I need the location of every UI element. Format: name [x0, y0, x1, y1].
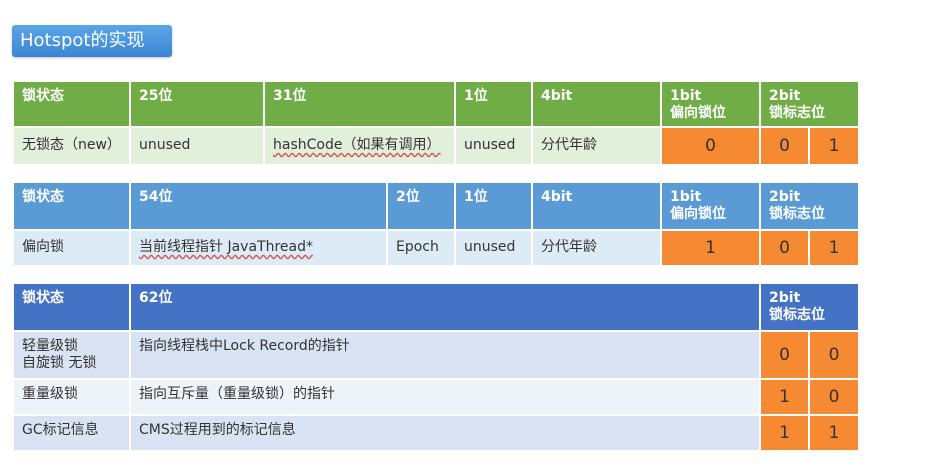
row-gc-flag-2: 1 — [810, 416, 858, 450]
row-unused-25: unused — [131, 128, 263, 164]
row-flag-bit-2: 1 — [810, 231, 858, 265]
row-flag-bit-2: 1 — [810, 128, 858, 164]
row-light-lock-state: 轻量级锁 自旋锁 无锁 — [14, 332, 129, 378]
row-gc-state: GC标记信息 — [14, 416, 129, 450]
row-lock-state: 无锁态（new） — [14, 128, 129, 164]
row-gc-flag-1: 1 — [761, 416, 808, 450]
row-heavy-flag-1: 1 — [761, 380, 808, 414]
row-unused-1: unused — [456, 231, 531, 265]
header-2bit: 2位 — [388, 183, 454, 229]
row-biased-bit-value: 1 — [662, 231, 759, 265]
header-lock-state: 锁状态 — [14, 82, 129, 126]
row-epoch: Epoch — [388, 231, 454, 265]
header-biased-bit: 1bit 偏向锁位 — [662, 183, 759, 229]
row-lock-state: 偏向锁 — [14, 231, 129, 265]
row-gc-desc: CMS过程用到的标记信息 — [131, 416, 759, 450]
row-flag-bit-1: 0 — [761, 231, 808, 265]
header-flag-bits: 2bit 锁标志位 — [761, 284, 858, 330]
row-light-flag-1: 0 — [761, 332, 808, 378]
header-lock-state: 锁状态 — [14, 284, 129, 330]
header-54bit: 54位 — [131, 183, 386, 229]
header-31bit: 31位 — [265, 82, 454, 126]
header-biased-bit: 1bit 偏向锁位 — [662, 82, 759, 126]
header-flag-bits: 2bit 锁标志位 — [761, 183, 858, 229]
row-heavy-lock-desc: 指向互斥量（重量级锁）的指针 — [131, 380, 759, 414]
header-4bit: 4bit — [533, 183, 660, 229]
header-62bit: 62位 — [131, 284, 759, 330]
header-25bit: 25位 — [131, 82, 263, 126]
header-lock-state: 锁状态 — [14, 183, 129, 229]
row-age: 分代年龄 — [533, 231, 660, 265]
row-biased-bit-value: 0 — [662, 128, 759, 164]
header-flag-bits: 2bit 锁标志位 — [761, 82, 858, 126]
header-4bit: 4bit — [533, 82, 660, 126]
row-age: 分代年龄 — [533, 128, 660, 164]
row-flag-bit-1: 0 — [761, 128, 808, 164]
page-title: Hotspot的实现 — [12, 25, 172, 57]
row-unused-1: unused — [456, 128, 531, 164]
row-heavy-lock-state: 重量级锁 — [14, 380, 129, 414]
row-thread-pointer: 当前线程指针 JavaThread* — [131, 231, 386, 265]
row-light-flag-2: 0 — [810, 332, 858, 378]
header-1bit: 1位 — [456, 183, 531, 229]
row-light-lock-desc: 指向线程栈中Lock Record的指针 — [131, 332, 759, 378]
row-hashcode: hashCode（如果有调用） — [265, 128, 454, 164]
header-1bit: 1位 — [456, 82, 531, 126]
row-heavy-flag-2: 0 — [810, 380, 858, 414]
